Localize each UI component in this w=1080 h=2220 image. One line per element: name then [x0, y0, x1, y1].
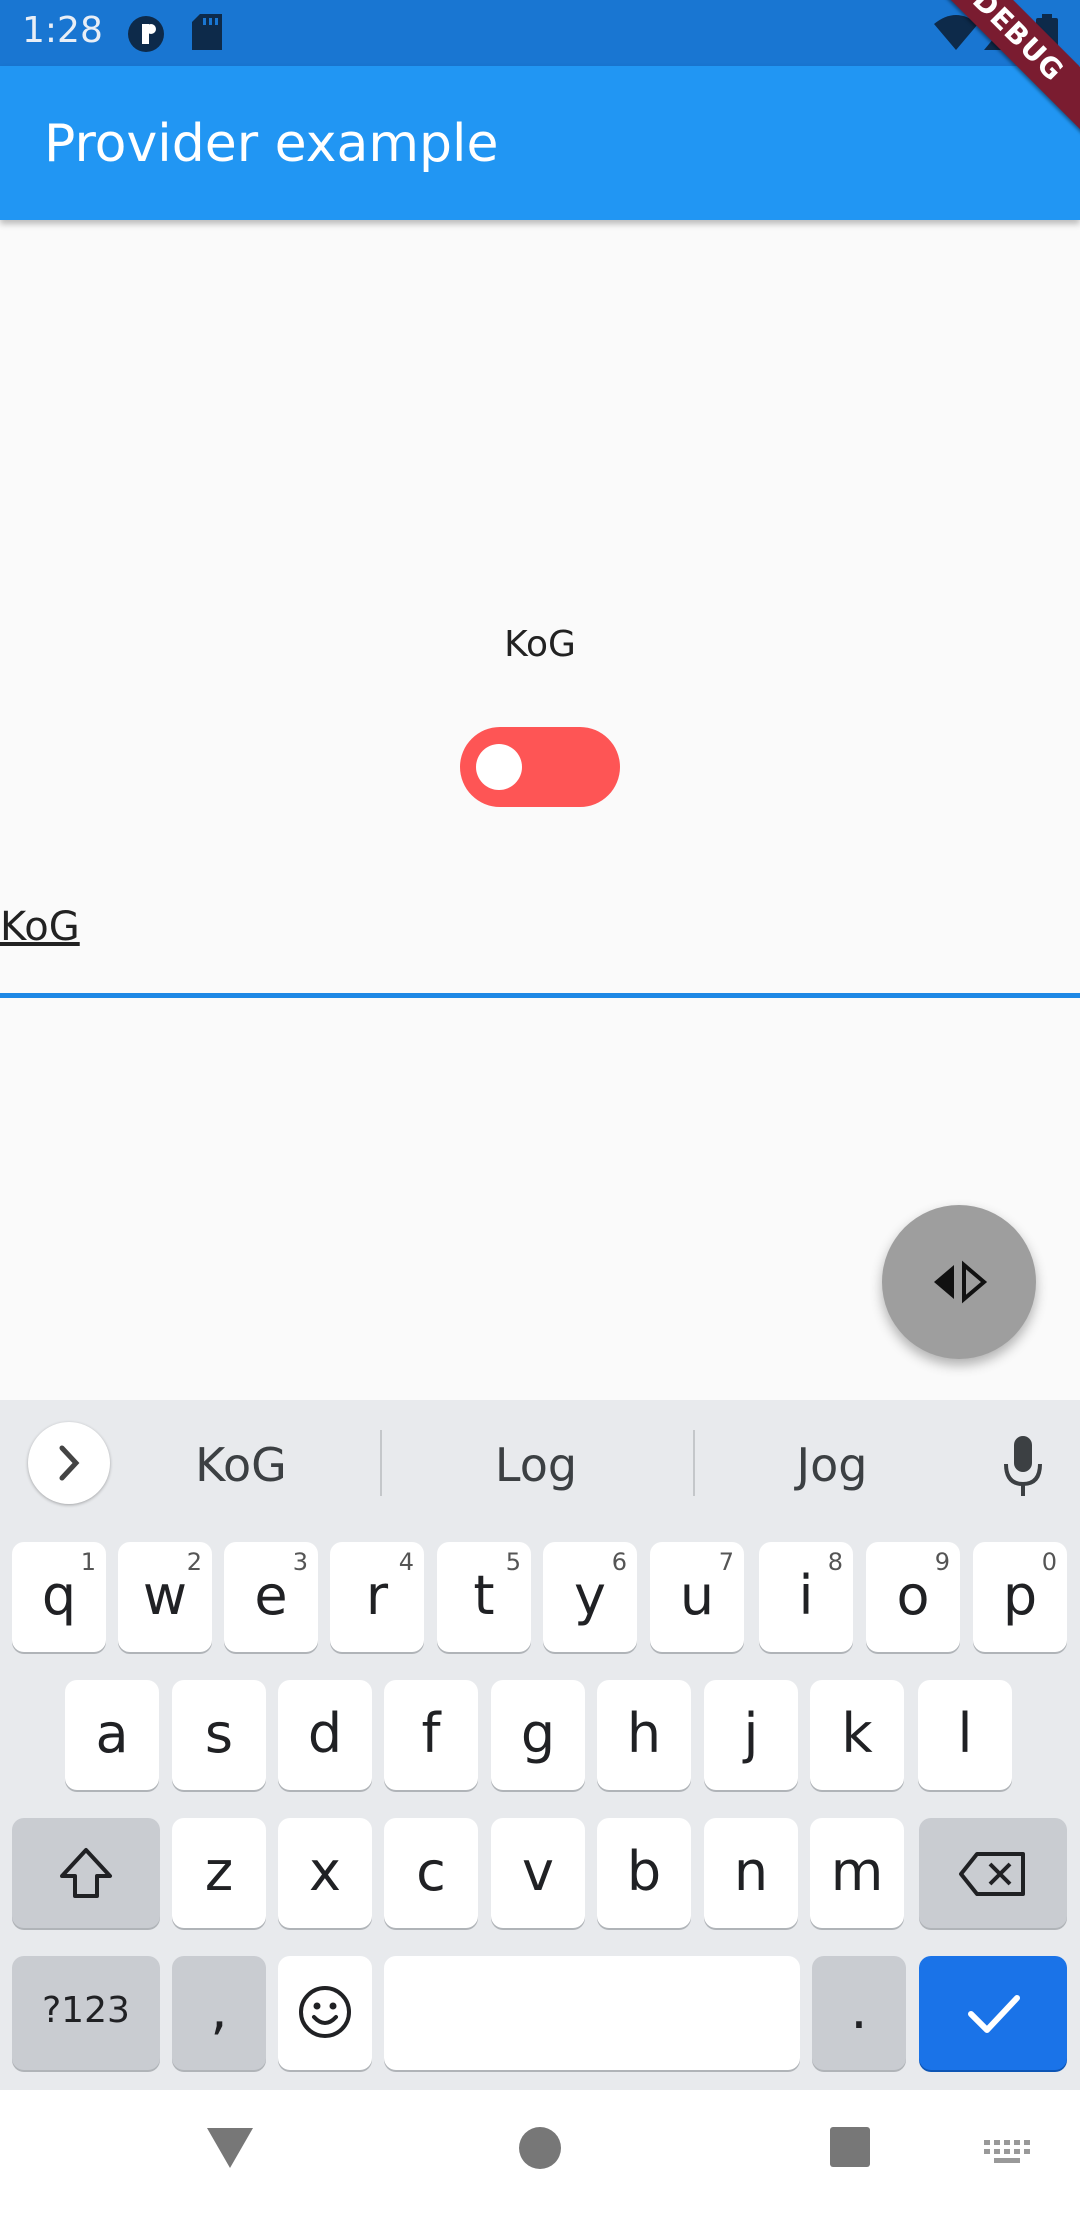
- wifi-icon: [934, 15, 978, 50]
- expand-toolbar-button[interactable]: [28, 1422, 110, 1504]
- key-g[interactable]: g: [491, 1680, 585, 1790]
- chevron-right-icon: [59, 1445, 80, 1481]
- space-key[interactable]: [384, 1956, 800, 2070]
- key-v[interactable]: v: [491, 1818, 585, 1928]
- floating-action-button[interactable]: [882, 1205, 1036, 1359]
- back-icon[interactable]: [205, 2126, 255, 2170]
- emoji-icon: [299, 1986, 351, 2038]
- key-u[interactable]: 7u: [650, 1542, 744, 1652]
- shift-icon: [60, 1848, 112, 1898]
- key-h[interactable]: h: [597, 1680, 691, 1790]
- app-bar: Provider example: [0, 66, 1080, 220]
- backspace-icon: [959, 1852, 1025, 1896]
- key-label: z: [204, 1840, 234, 1903]
- key-label: c: [416, 1840, 446, 1903]
- key-m[interactable]: m: [810, 1818, 904, 1928]
- page-title: Provider example: [44, 114, 499, 174]
- emoji-key[interactable]: [278, 1956, 372, 2070]
- key-o[interactable]: 9o: [866, 1542, 960, 1652]
- app-notification-icon: [128, 16, 164, 52]
- key-l[interactable]: l: [918, 1680, 1012, 1790]
- shift-key[interactable]: [12, 1818, 160, 1928]
- key-label: q: [41, 1564, 77, 1627]
- key-label: o: [896, 1564, 930, 1627]
- key-label: ?123: [42, 1990, 130, 2031]
- key-label: u: [679, 1564, 715, 1627]
- checkmark-icon: [968, 1995, 1020, 2033]
- key-k[interactable]: k: [810, 1680, 904, 1790]
- key-label: s: [204, 1702, 234, 1765]
- suggestion-strip: KoG Log Jog: [0, 1400, 1080, 1530]
- key-label: i: [798, 1564, 814, 1627]
- key-label: t: [473, 1564, 495, 1627]
- key-d[interactable]: d: [278, 1680, 372, 1790]
- key-label: .: [850, 1978, 868, 2041]
- key-t[interactable]: 5t: [437, 1542, 531, 1652]
- key-x[interactable]: x: [278, 1818, 372, 1928]
- key-e[interactable]: 3e: [224, 1542, 318, 1652]
- sd-card-icon: [192, 14, 222, 50]
- suggestion-1[interactable]: KoG: [131, 1438, 351, 1492]
- battery-icon: [1036, 14, 1058, 52]
- key-label: h: [626, 1702, 662, 1765]
- toggle-switch[interactable]: [460, 727, 620, 807]
- key-label: f: [421, 1702, 441, 1765]
- key-label: g: [520, 1702, 556, 1765]
- suggestion-divider: [380, 1430, 382, 1496]
- provider-label: KoG: [504, 624, 576, 665]
- key-p[interactable]: 0p: [973, 1542, 1067, 1652]
- key-label: y: [574, 1564, 606, 1627]
- key-a[interactable]: a: [65, 1680, 159, 1790]
- microphone-icon[interactable]: [998, 1434, 1048, 1500]
- key-s[interactable]: s: [172, 1680, 266, 1790]
- key-label: a: [95, 1702, 129, 1765]
- status-time: 1:28: [22, 10, 103, 51]
- key-label: v: [522, 1840, 554, 1903]
- suggestion-3[interactable]: Jog: [722, 1438, 942, 1492]
- key-c[interactable]: c: [384, 1818, 478, 1928]
- key-j[interactable]: j: [704, 1680, 798, 1790]
- key-label: ,: [210, 1978, 228, 2041]
- key-q[interactable]: 1q: [12, 1542, 106, 1652]
- key-b[interactable]: b: [597, 1818, 691, 1928]
- recents-icon[interactable]: [829, 2126, 871, 2168]
- key-label: x: [309, 1840, 341, 1903]
- switch-thumb: [476, 744, 522, 790]
- key-label: k: [841, 1702, 873, 1765]
- keyboard-switch-icon[interactable]: [984, 2140, 1030, 2168]
- key-label: j: [743, 1702, 759, 1765]
- text-input[interactable]: KoG: [0, 900, 1080, 1000]
- key-label: r: [365, 1564, 389, 1627]
- swap-horizontal-icon: [934, 1260, 988, 1304]
- enter-key[interactable]: [919, 1956, 1067, 2070]
- key-label: w: [142, 1564, 188, 1627]
- key-label: l: [957, 1702, 973, 1765]
- period-key[interactable]: .: [812, 1956, 906, 2070]
- key-label: p: [1002, 1564, 1038, 1627]
- key-r[interactable]: 4r: [330, 1542, 424, 1652]
- text-input-underline: [0, 993, 1080, 998]
- comma-key[interactable]: ,: [172, 1956, 266, 2070]
- signal-icon: [984, 14, 1014, 50]
- key-n[interactable]: n: [704, 1818, 798, 1928]
- key-label: n: [733, 1840, 769, 1903]
- text-input-value: KoG: [0, 904, 80, 950]
- key-label: d: [307, 1702, 343, 1765]
- key-label: e: [254, 1564, 288, 1627]
- key-y[interactable]: 6y: [543, 1542, 637, 1652]
- key-w[interactable]: 2w: [118, 1542, 212, 1652]
- key-z[interactable]: z: [172, 1818, 266, 1928]
- backspace-key[interactable]: [919, 1818, 1067, 1928]
- key-f[interactable]: f: [384, 1680, 478, 1790]
- symbols-key[interactable]: ?123: [12, 1956, 160, 2070]
- key-i[interactable]: 8i: [759, 1542, 853, 1652]
- suggestion-divider: [693, 1430, 695, 1496]
- navigation-bar: [0, 2090, 1080, 2220]
- key-label: b: [626, 1840, 662, 1903]
- suggestion-2[interactable]: Log: [426, 1438, 646, 1492]
- status-bar: 1:28: [0, 0, 1080, 66]
- soft-keyboard: KoG Log Jog 1q 2w 3e 4r 5t 6y 7u 8i 9o 0…: [0, 1400, 1080, 2090]
- home-icon[interactable]: [518, 2126, 562, 2170]
- key-label: m: [830, 1840, 884, 1903]
